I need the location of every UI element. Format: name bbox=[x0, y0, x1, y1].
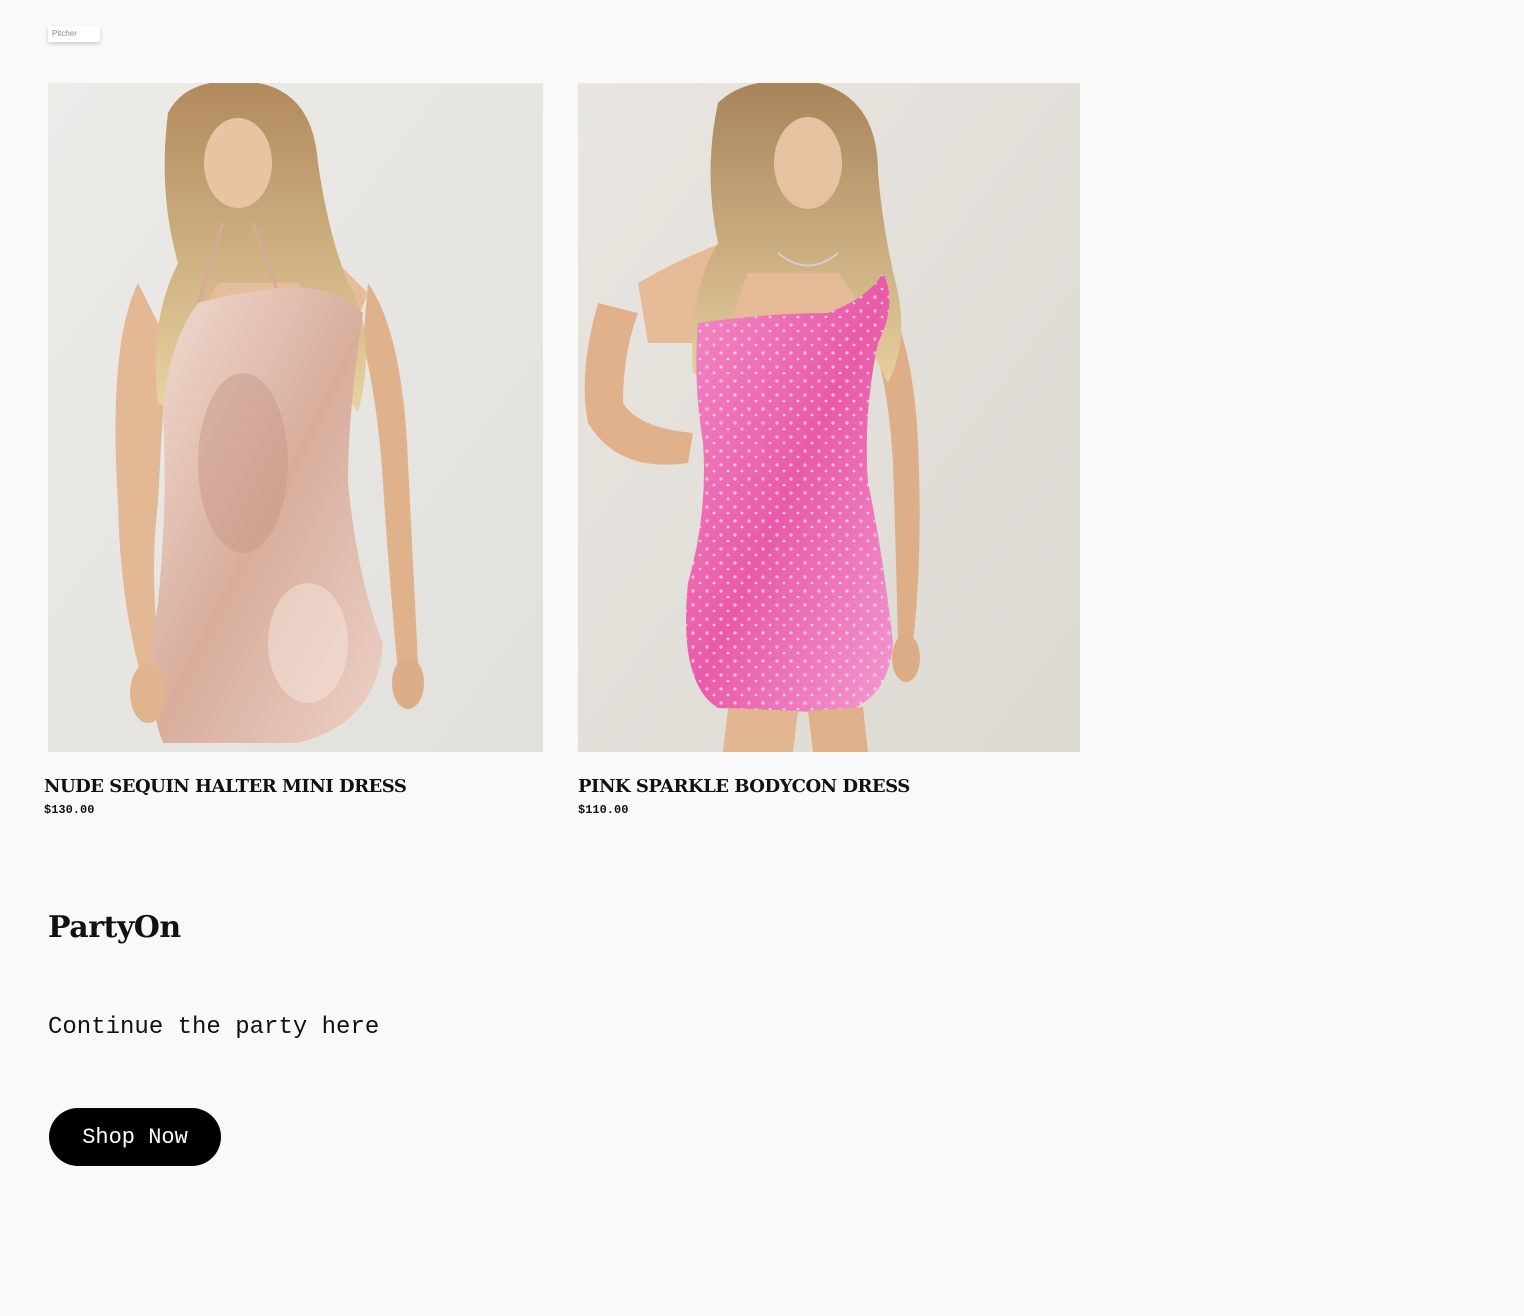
promo-subtitle: Continue the party here bbox=[48, 1014, 380, 1041]
product-card[interactable]: NUDE SEQUIN HALTER MINI DRESS $130.00 bbox=[44, 83, 543, 817]
brand-heading: PartyOn bbox=[48, 910, 181, 945]
product-card[interactable]: PINK SPARKLE BODYCON DRESS $110.00 bbox=[578, 83, 1080, 817]
page: Pitcher NUDE SEQUIN HALTER MINI DRESS $1… bbox=[0, 0, 1524, 1316]
pink-sparkle-dress-photo-icon bbox=[578, 83, 1080, 752]
product-title[interactable]: PINK SPARKLE BODYCON DRESS bbox=[578, 776, 1080, 797]
product-price: $110.00 bbox=[578, 803, 629, 817]
nude-sequin-dress-photo-icon bbox=[48, 83, 543, 752]
product-grid: NUDE SEQUIN HALTER MINI DRESS $130.00 PI… bbox=[44, 83, 1080, 833]
product-image[interactable] bbox=[48, 83, 543, 752]
product-title[interactable]: NUDE SEQUIN HALTER MINI DRESS bbox=[44, 776, 543, 797]
product-image[interactable] bbox=[578, 83, 1080, 752]
product-price: $130.00 bbox=[44, 803, 95, 817]
shop-now-button[interactable]: Shop Now bbox=[49, 1108, 221, 1166]
mini-popup[interactable]: Pitcher bbox=[48, 26, 100, 42]
